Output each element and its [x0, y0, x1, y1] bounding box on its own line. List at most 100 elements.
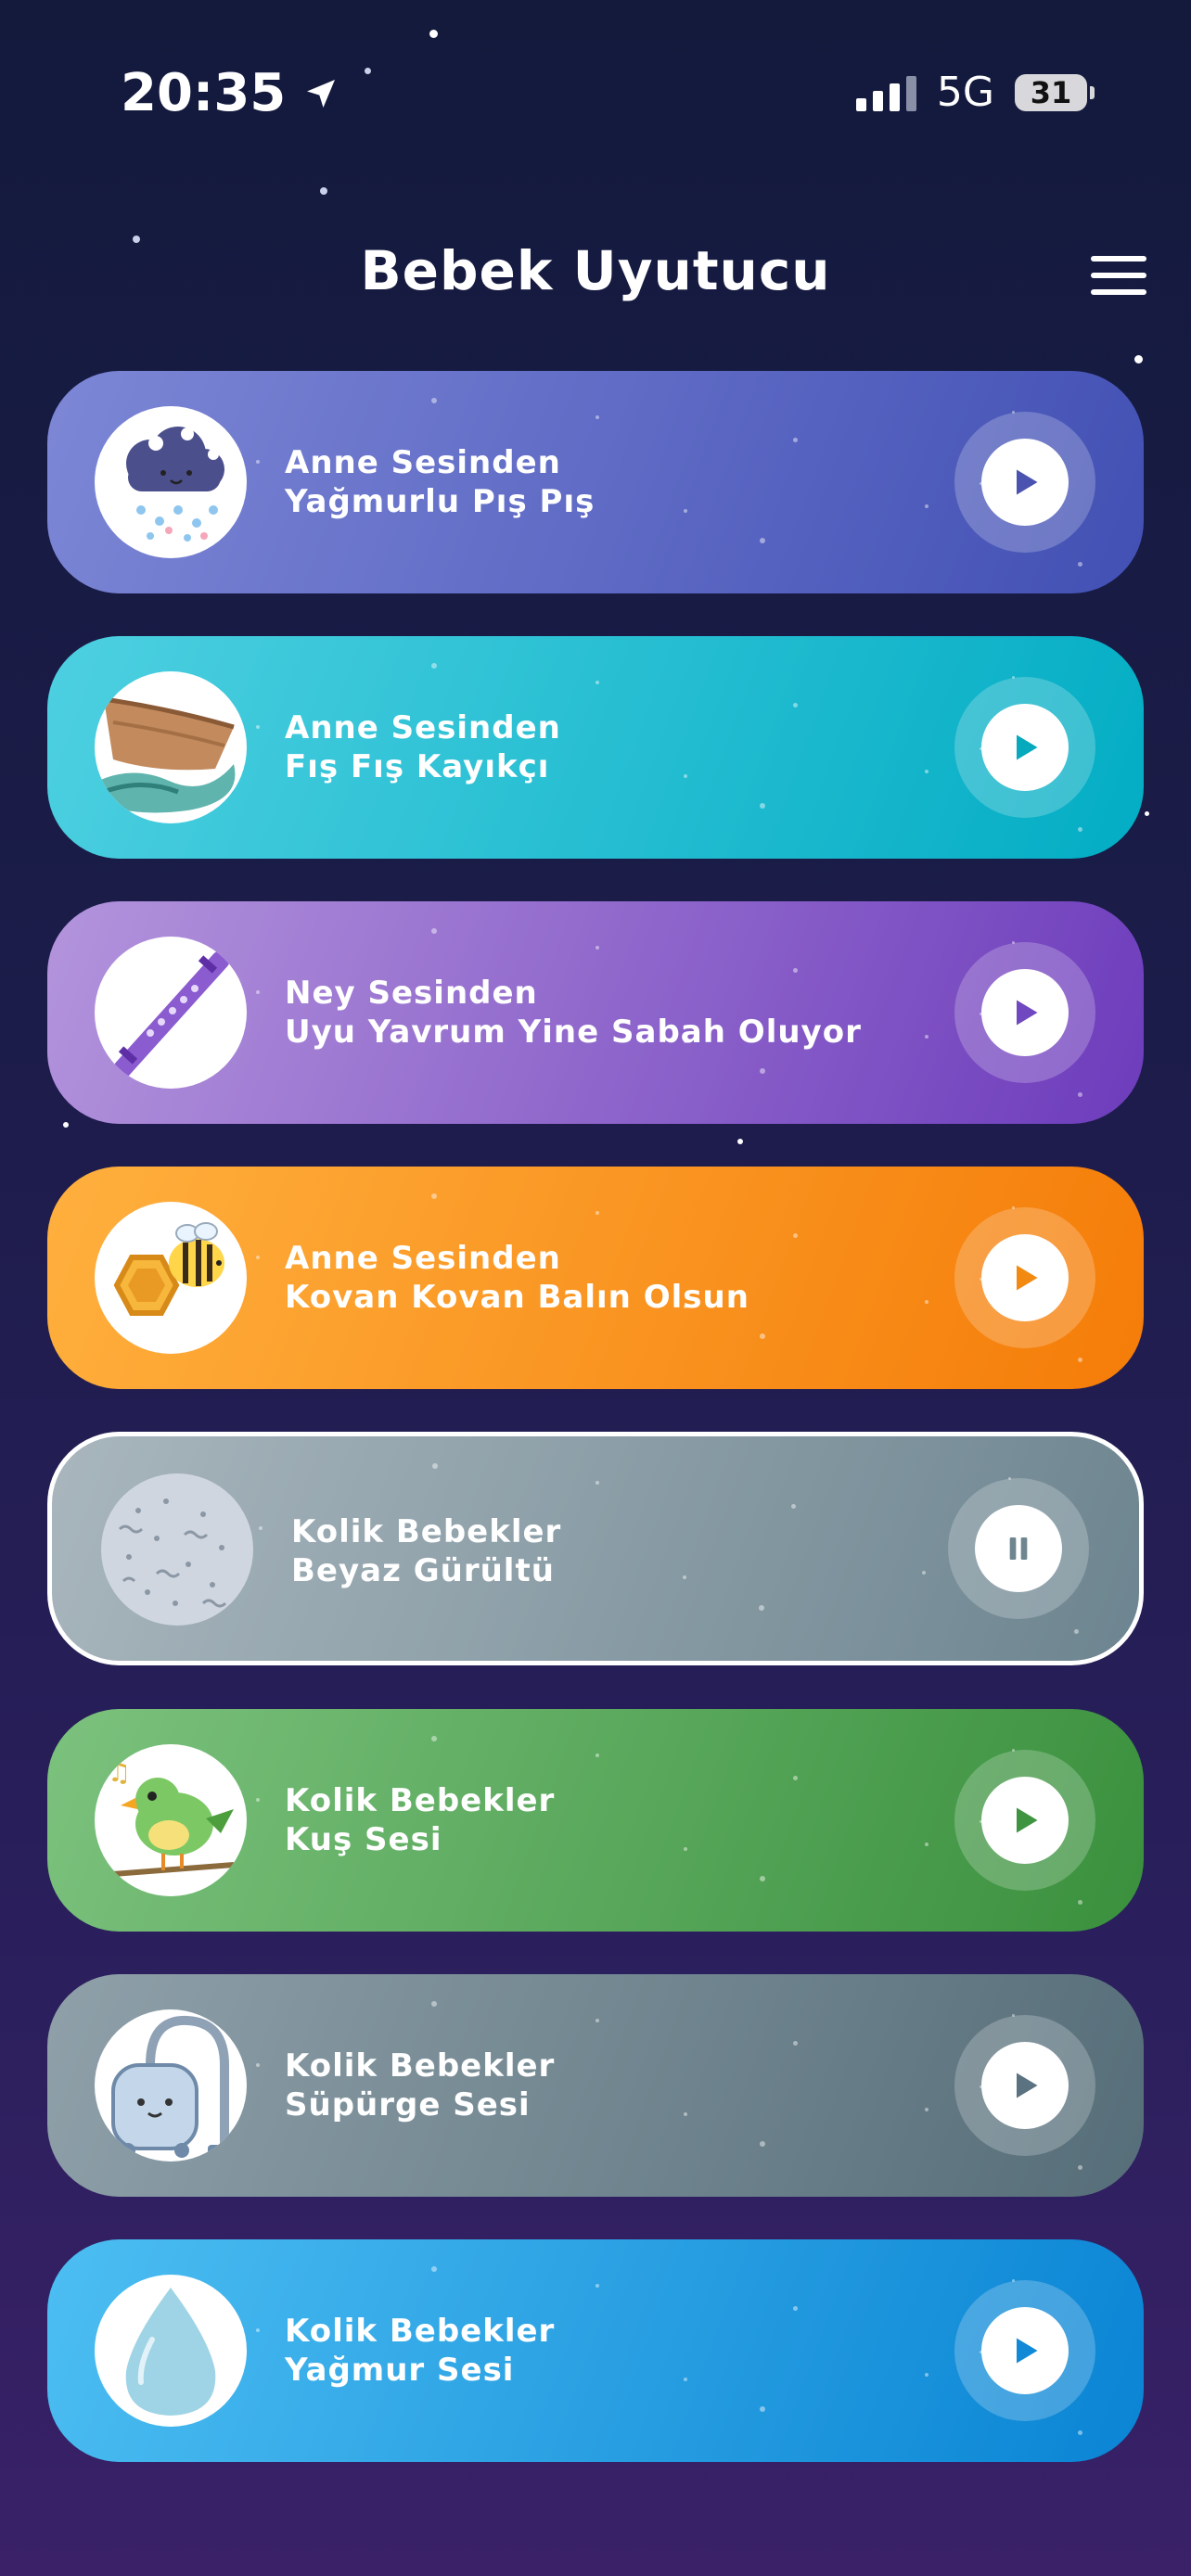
sparkle-dot — [596, 681, 599, 684]
sparkle-dot — [430, 927, 437, 934]
pause-icon — [1009, 1537, 1028, 1560]
track-line1: Anne Sesinden — [285, 709, 561, 746]
sparkle-dot — [760, 1876, 766, 1881]
battery-icon: 31 — [1015, 73, 1095, 111]
sparkle-dot — [683, 1846, 687, 1851]
track-line2: Kuş Sesi — [285, 1821, 442, 1858]
network-type: 5G — [936, 69, 994, 116]
sparkle-dot — [792, 1776, 798, 1780]
play-button[interactable] — [954, 1207, 1095, 1348]
play-button[interactable] — [954, 942, 1095, 1083]
play-icon — [1017, 1265, 1038, 1291]
sparkle-dot — [430, 2000, 437, 2007]
sparkle-dot — [760, 2406, 766, 2412]
track-card[interactable]: Anne Sesinden Yağmurlu Pış Pış — [47, 371, 1144, 593]
sparkle-dot — [924, 1843, 928, 1846]
track-line1: Anne Sesinden — [285, 1240, 561, 1277]
sparkle-dot — [255, 1798, 260, 1802]
star — [1145, 811, 1149, 816]
track-line1: Ney Sesinden — [285, 975, 538, 1012]
sparkle-dot — [758, 1604, 764, 1611]
track-line2: Süpürge Sesi — [285, 2086, 531, 2123]
track-card[interactable]: Kolik Bebekler Yağmur Sesi — [47, 2239, 1144, 2462]
sparkle-dot — [683, 508, 687, 513]
play-button[interactable] — [954, 1750, 1095, 1891]
sparkle-dot — [792, 968, 798, 973]
star — [737, 1139, 743, 1144]
status-time: 20:35 — [121, 63, 339, 123]
star — [320, 187, 327, 195]
sparkle-dot — [792, 1233, 798, 1238]
sparkle-dot — [683, 2111, 687, 2116]
sparkle-dot — [924, 1300, 928, 1304]
track-card[interactable]: Anne Sesinden Fış Fış Kayıkçı — [47, 636, 1144, 859]
play-button[interactable] — [954, 412, 1095, 553]
sparkle-dot — [1073, 1629, 1079, 1635]
sparkle-dot — [924, 1035, 928, 1039]
sparkle-dot — [430, 2265, 437, 2272]
sparkle-dot — [258, 1525, 263, 1530]
sparkle-dot — [924, 2108, 928, 2111]
track-line1: Kolik Bebekler — [285, 2047, 556, 2085]
track-card-active[interactable]: Kolik Bebekler Beyaz Gürültü — [47, 1432, 1144, 1665]
sparkle-dot — [255, 460, 260, 464]
track-line1: Kolik Bebekler — [291, 1513, 562, 1550]
track-line2: Kovan Kovan Balın Olsun — [285, 1279, 749, 1316]
track-title: Ney Sesinden Uyu Yavrum Yine Sabah Oluyo… — [285, 974, 862, 1052]
track-card[interactable]: ♫ Kolik Bebekler Kuş Sesi — [47, 1709, 1144, 1932]
bird-icon: ♫ — [95, 1744, 247, 1896]
track-card[interactable]: Ney Sesinden Uyu Yavrum Yine Sabah Oluyo… — [47, 901, 1144, 1124]
sparkle-dot — [1078, 2165, 1083, 2171]
sparkle-dot — [792, 438, 798, 442]
play-button[interactable] — [954, 2015, 1095, 2156]
sparkle-dot — [255, 725, 260, 729]
track-line2: Yağmur Sesi — [285, 2352, 515, 2389]
sparkle-dot — [760, 2141, 766, 2147]
track-card[interactable]: Anne Sesinden Kovan Kovan Balın Olsun — [47, 1167, 1144, 1389]
sparkle-dot — [760, 1333, 766, 1339]
sparkle-dot — [596, 946, 599, 950]
sparkle-dot — [596, 1211, 599, 1215]
star — [365, 68, 371, 74]
sparkle-dot — [596, 1753, 599, 1757]
hamburger-menu-icon[interactable] — [1091, 256, 1146, 295]
sparkle-dot — [792, 2041, 798, 2046]
track-line2: Uyu Yavrum Yine Sabah Oluyor — [285, 1014, 862, 1051]
track-line2: Fış Fış Kayıkçı — [285, 748, 550, 785]
sparkle-dot — [1078, 1900, 1083, 1906]
sparkle-dot — [683, 2377, 687, 2381]
sparkle-dot — [1078, 562, 1083, 567]
cellular-signal-icon — [855, 74, 916, 111]
sparkle-dot — [430, 397, 437, 403]
sparkle-dot — [432, 1463, 439, 1470]
battery-level: 31 — [1030, 74, 1072, 110]
track-title: Anne Sesinden Yağmurlu Pış Pış — [285, 443, 595, 521]
sparkle-dot — [760, 803, 766, 809]
play-icon — [1017, 1807, 1038, 1833]
track-line2: Beyaz Gürültü — [291, 1552, 555, 1589]
play-button[interactable] — [954, 2280, 1095, 2421]
play-icon — [1017, 2072, 1038, 2098]
vacuum-cleaner-icon — [95, 2009, 247, 2162]
track-line1: Kolik Bebekler — [285, 1782, 556, 1819]
white-noise-icon — [101, 1473, 253, 1626]
sparkle-dot — [792, 703, 798, 708]
water-drop-icon — [95, 2275, 247, 2427]
sparkle-dot — [790, 1503, 796, 1509]
play-icon — [1017, 1000, 1038, 1026]
track-line1: Anne Sesinden — [285, 444, 561, 481]
sparkle-dot — [924, 2373, 928, 2377]
star — [429, 30, 438, 38]
sparkle-dot — [1078, 2430, 1083, 2436]
star — [1134, 355, 1143, 363]
sparkle-dot — [596, 2019, 599, 2022]
play-icon — [1017, 469, 1038, 495]
play-button[interactable] — [954, 677, 1095, 818]
pause-button[interactable] — [948, 1478, 1089, 1619]
sparkle-dot — [255, 990, 260, 994]
sparkle-dot — [924, 504, 928, 508]
track-title: Kolik Bebekler Kuş Sesi — [285, 1781, 555, 1859]
track-line2: Yağmurlu Pış Pış — [285, 483, 596, 520]
track-card[interactable]: Kolik Bebekler Süpürge Sesi — [47, 1974, 1144, 2197]
sparkle-dot — [255, 1256, 260, 1259]
